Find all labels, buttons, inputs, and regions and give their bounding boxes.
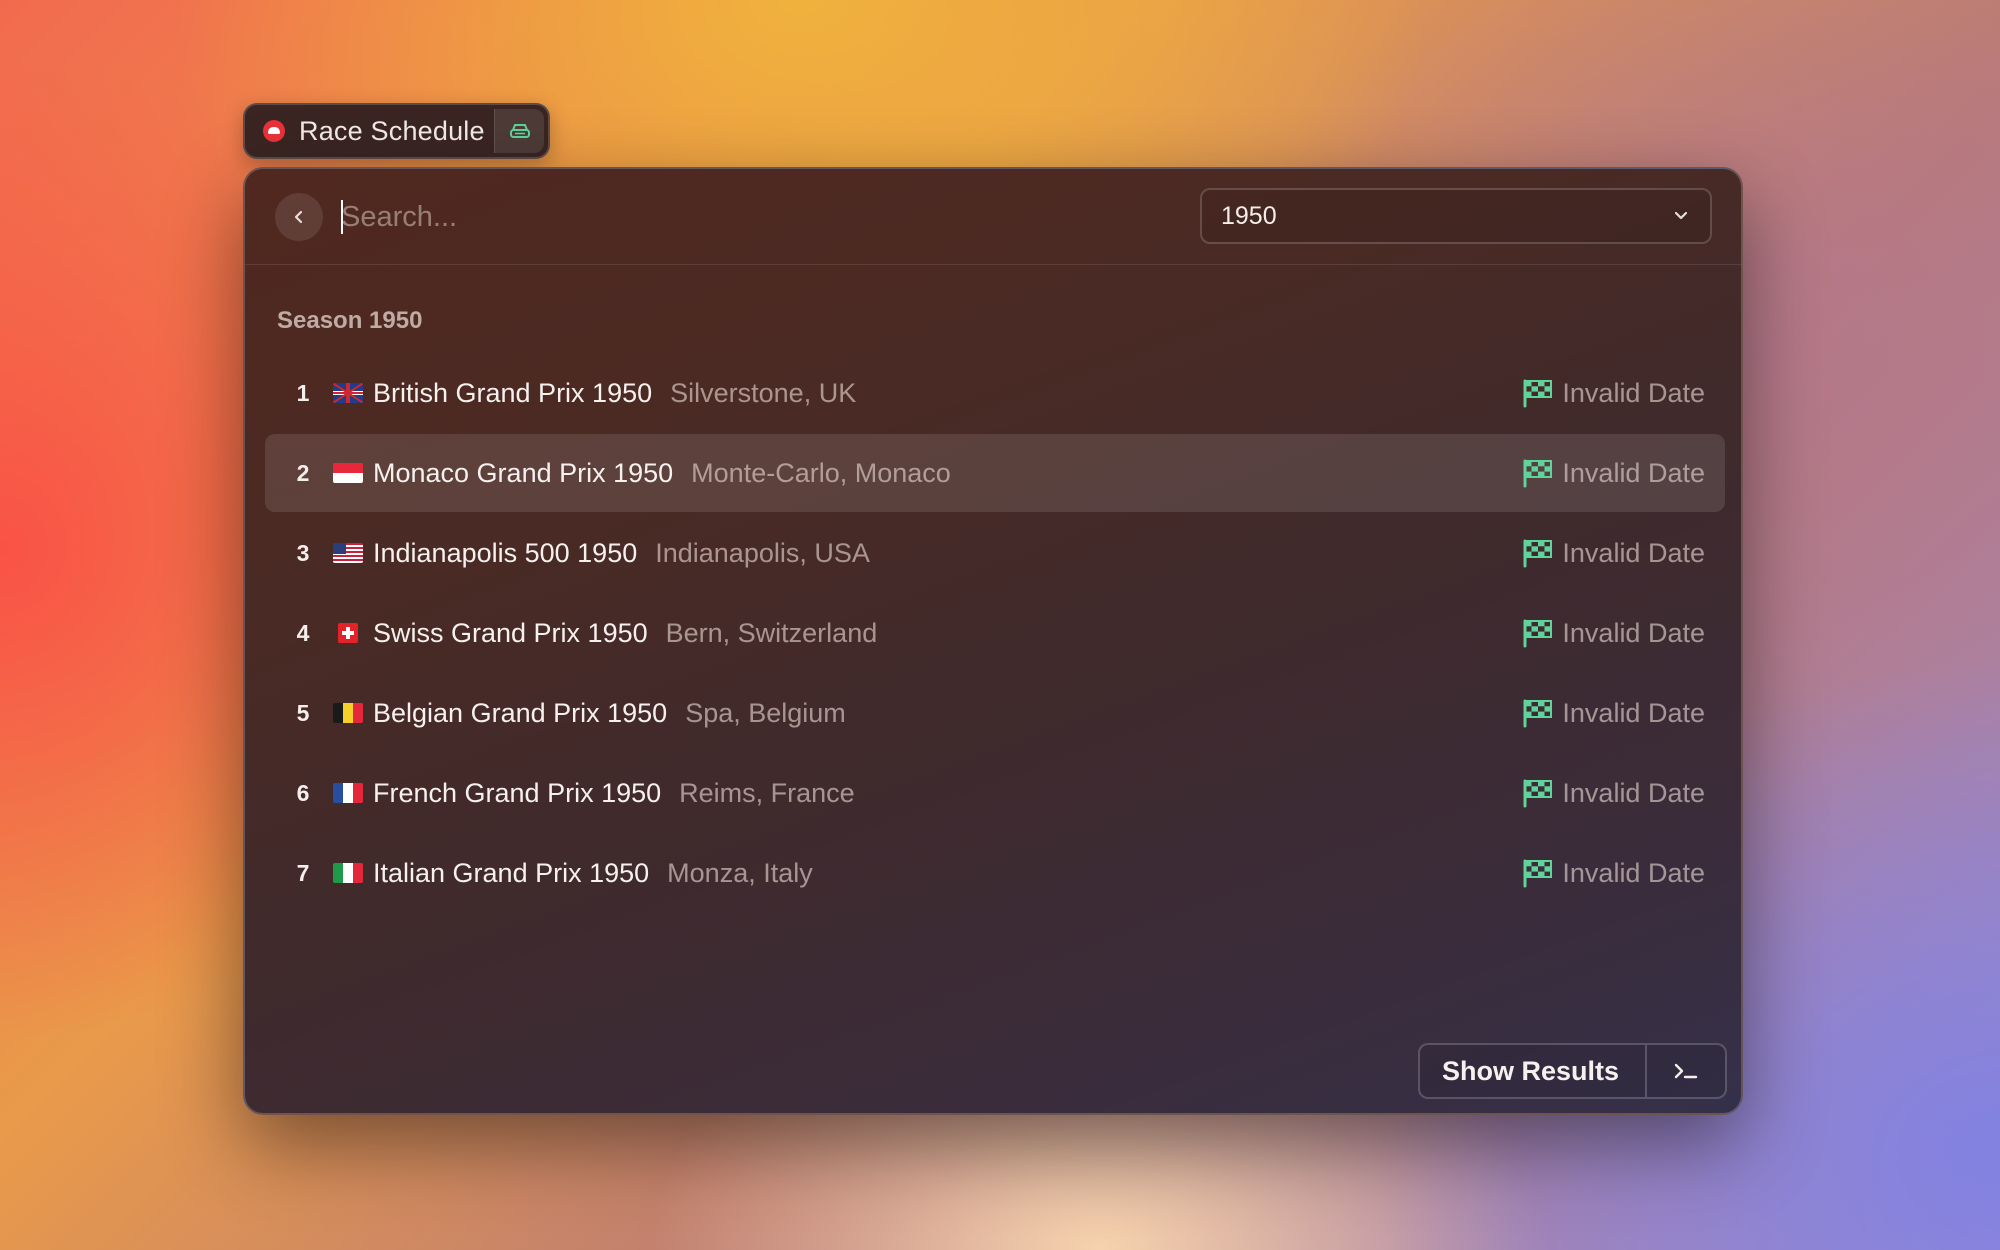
terminal-icon[interactable] [1647, 1045, 1725, 1097]
race-date-accessory: Invalid Date [1522, 754, 1705, 832]
show-results-label: Show Results [1420, 1045, 1647, 1097]
season-dropdown[interactable]: 1950 [1200, 188, 1712, 244]
extension-tab[interactable]: Race Schedule [243, 103, 550, 159]
race-location: Spa, Belgium [685, 697, 846, 728]
race-row[interactable]: 3 Indianapolis 500 1950 Indianapolis, USA I… [265, 514, 1725, 592]
checkered-flag-icon [1523, 699, 1553, 728]
race-date-accessory: Invalid Date [1522, 514, 1705, 592]
race-location: Bern, Switzerland [665, 617, 878, 648]
command-window: 1950 Season 1950 1 British Grand Prix 195… [243, 167, 1743, 1115]
search-bar: 1950 [245, 169, 1741, 265]
race-date-accessory: Invalid Date [1522, 834, 1705, 912]
race-location: Indianapolis, USA [655, 537, 870, 568]
race-location: Reims, France [679, 777, 855, 808]
race-index: 6 [296, 779, 310, 806]
race-index: 2 [296, 459, 310, 486]
race-row[interactable]: 4 Swiss Grand Prix 1950 Bern, Switzerland I… [265, 594, 1725, 672]
race-index: 1 [296, 379, 310, 406]
checkered-flag-icon [1523, 379, 1553, 408]
race-date: Invalid Date [1562, 457, 1705, 488]
race-date: Invalid Date [1562, 777, 1705, 808]
race-list: 1 British Grand Prix 1950 Silverstone, UK I… [265, 354, 1725, 914]
race-date: Invalid Date [1562, 697, 1705, 728]
race-title: Belgian Grand Prix 1950 [373, 697, 668, 728]
race-row[interactable]: 2 Monaco Grand Prix 1950 Monte-Carlo, Mona… [265, 434, 1725, 512]
checkered-flag-icon [1523, 539, 1553, 568]
race-title: Swiss Grand Prix 1950 [373, 617, 648, 648]
chevron-left-icon [294, 210, 303, 224]
race-date: Invalid Date [1562, 857, 1705, 888]
race-title: French Grand Prix 1950 [373, 777, 662, 808]
race-location: Silverstone, UK [670, 377, 857, 408]
race-row[interactable]: 5 Belgian Grand Prix 1950 Spa, Belgium Inva… [265, 674, 1725, 752]
search-input[interactable] [341, 193, 1041, 241]
belgium-flag-icon [333, 703, 363, 723]
checkered-flag-icon [1523, 459, 1553, 488]
race-date: Invalid Date [1562, 377, 1705, 408]
race-location: Monza, Italy [667, 857, 813, 888]
car-icon[interactable] [494, 109, 544, 153]
race-location: Monte-Carlo, Monaco [691, 457, 951, 488]
race-date-accessory: Invalid Date [1522, 354, 1705, 432]
switzerland-flag-icon [338, 623, 358, 643]
usa-flag-icon [333, 543, 363, 563]
race-index: 3 [296, 539, 310, 566]
race-date: Invalid Date [1562, 537, 1705, 568]
race-row[interactable]: 7 Italian Grand Prix 1950 Monza, Italy Inva… [265, 834, 1725, 912]
text-caret [341, 200, 343, 234]
uk-flag-icon [333, 383, 363, 403]
race-row[interactable]: 1 British Grand Prix 1950 Silverstone, UK I… [265, 354, 1725, 432]
race-date: Invalid Date [1562, 617, 1705, 648]
race-row[interactable]: 6 French Grand Prix 1950 Reims, France Inva… [265, 754, 1725, 832]
checkered-flag-icon [1523, 859, 1553, 888]
italy-flag-icon [333, 863, 363, 883]
monaco-flag-icon [333, 463, 363, 483]
race-index: 7 [296, 859, 310, 886]
checkered-flag-icon [1523, 619, 1553, 648]
race-title: Italian Grand Prix 1950 [373, 857, 650, 888]
race-date-accessory: Invalid Date [1522, 594, 1705, 672]
race-title: Monaco Grand Prix 1950 [373, 457, 674, 488]
race-title: British Grand Prix 1950 [373, 377, 653, 408]
race-index: 5 [296, 699, 310, 726]
chevron-down-icon [1674, 211, 1688, 220]
race-title: Indianapolis 500 1950 [373, 537, 638, 568]
france-flag-icon [333, 783, 363, 803]
extension-title: Race Schedule [299, 115, 485, 146]
show-results-button[interactable]: Show Results [1417, 1043, 1727, 1099]
season-dropdown-value: 1950 [1221, 201, 1277, 230]
race-index: 4 [296, 619, 310, 646]
race-date-accessory: Invalid Date [1522, 674, 1705, 752]
race-helmet-icon [263, 120, 285, 142]
back-button[interactable] [275, 193, 323, 241]
race-date-accessory: Invalid Date [1522, 434, 1705, 512]
checkered-flag-icon [1523, 779, 1553, 808]
section-title: Season 1950 [277, 307, 423, 334]
